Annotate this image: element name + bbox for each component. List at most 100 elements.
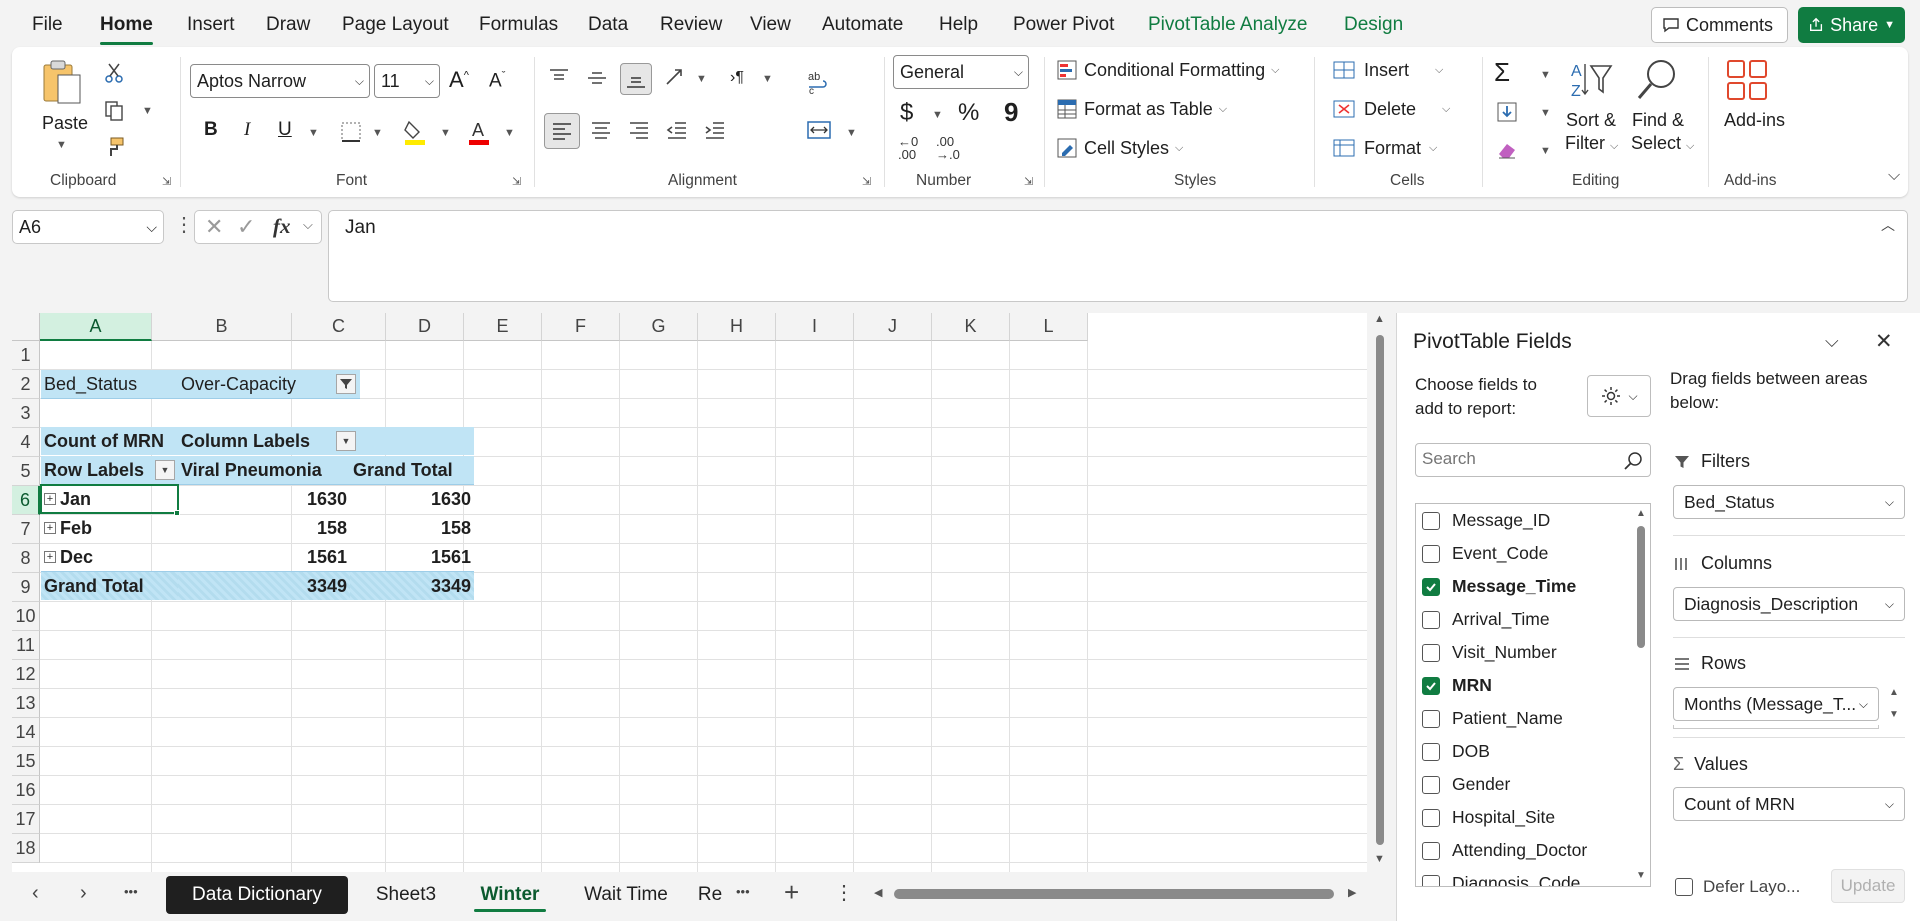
- underline-button[interactable]: U: [278, 119, 292, 141]
- percent-button[interactable]: %: [958, 99, 979, 127]
- row-header[interactable]: 14: [12, 718, 40, 747]
- tab-re[interactable]: Re: [692, 876, 728, 914]
- scroll-up-icon[interactable]: ▲: [1374, 313, 1385, 325]
- sort-filter-icon[interactable]: AZ: [1568, 57, 1616, 103]
- row-header[interactable]: 3: [12, 399, 40, 428]
- add-sheet-icon[interactable]: +: [784, 877, 799, 908]
- field-item[interactable]: Diagnosis_Code: [1422, 867, 1580, 886]
- field-item[interactable]: DOB: [1422, 735, 1490, 768]
- pivot-grand-total-cell[interactable]: 3349: [350, 572, 474, 600]
- insert-cells-button[interactable]: Insert ⌵: [1332, 59, 1443, 81]
- field-list-scroll-thumb[interactable]: [1637, 526, 1645, 648]
- scroll-down-icon[interactable]: ▼: [1889, 709, 1899, 720]
- autosum-icon[interactable]: Σ: [1494, 57, 1510, 88]
- filters-area-field[interactable]: Bed_Status ⌵: [1673, 485, 1905, 519]
- next-sheet-icon[interactable]: ›: [80, 882, 87, 905]
- menu-home[interactable]: Home: [100, 14, 153, 45]
- column-header[interactable]: L: [1010, 313, 1088, 341]
- fill-color-chevron-icon[interactable]: ▼: [440, 127, 451, 139]
- more-sheets-icon[interactable]: •••: [124, 884, 138, 899]
- menu-pivottable-analyze[interactable]: PivotTable Analyze: [1148, 14, 1308, 36]
- font-size-combo[interactable]: 11 ⌵: [374, 64, 440, 98]
- more-tabs-icon[interactable]: •••: [736, 884, 750, 899]
- row-header[interactable]: 18: [12, 834, 40, 863]
- field-item[interactable]: Patient_Name: [1422, 702, 1563, 735]
- italic-button[interactable]: I: [244, 119, 250, 141]
- sort-filter-line2[interactable]: Filter ⌵: [1565, 133, 1618, 154]
- shrink-font-button[interactable]: Aˇ: [489, 70, 505, 92]
- pivot-cell[interactable]: 158: [350, 514, 474, 542]
- chevron-down-icon[interactable]: ⌵: [1885, 797, 1894, 812]
- menu-view[interactable]: View: [750, 14, 791, 36]
- menu-help[interactable]: Help: [939, 14, 978, 36]
- number-launcher-icon[interactable]: ⇲: [1024, 175, 1033, 188]
- pivot-values-header[interactable]: Count of MRN: [41, 427, 178, 455]
- borders-icon[interactable]: [338, 119, 364, 145]
- format-painter-icon[interactable]: [100, 133, 128, 161]
- field-item[interactable]: Arrival_Time: [1422, 603, 1550, 636]
- field-list[interactable]: Message_ID Event_Code Message_Time Arrival_…: [1415, 503, 1651, 887]
- worksheet-grid[interactable]: ABCDEFGHIJKL 1 2 3 4 5 6 7 8 9 10 11 12 13 14 15 16 17 18…: [12, 313, 1367, 872]
- tab-winter[interactable]: Winter: [464, 876, 556, 914]
- tab-data-dictionary[interactable]: Data Dictionary: [166, 876, 348, 914]
- bold-button[interactable]: B: [204, 119, 218, 141]
- font-launcher-icon[interactable]: ⇲: [512, 175, 521, 188]
- comma-button[interactable]: 9: [1004, 97, 1018, 128]
- previous-sheet-icon[interactable]: ‹: [32, 882, 39, 905]
- menu-formulas[interactable]: Formulas: [479, 14, 558, 36]
- number-format-combo[interactable]: General ⌵: [893, 55, 1029, 89]
- chevron-down-icon[interactable]: ⌵: [303, 217, 313, 233]
- pivot-row-label[interactable]: + Dec: [41, 543, 178, 571]
- chevron-down-icon[interactable]: ⌵: [1885, 597, 1894, 612]
- row-header[interactable]: 15: [12, 747, 40, 776]
- chevron-down-icon[interactable]: ⌵: [146, 219, 157, 236]
- row-header[interactable]: 13: [12, 689, 40, 718]
- align-top-icon[interactable]: [544, 63, 574, 93]
- field-item[interactable]: Hospital_Site: [1422, 801, 1555, 834]
- rows-area-next-field[interactable]: [1673, 725, 1879, 729]
- horizontal-scroll-thumb[interactable]: [894, 889, 1334, 899]
- align-right-icon[interactable]: [624, 115, 654, 145]
- filter-dropdown-icon[interactable]: [336, 374, 356, 394]
- row-header[interactable]: 4: [12, 428, 40, 457]
- expand-icon[interactable]: +: [44, 522, 56, 534]
- copy-icon[interactable]: [100, 97, 128, 125]
- currency-button[interactable]: $: [900, 99, 913, 127]
- field-search[interactable]: [1415, 443, 1651, 477]
- pivot-col1-header[interactable]: Viral Pneumonia: [178, 456, 350, 484]
- pivot-cell[interactable]: 158: [178, 514, 350, 542]
- column-header[interactable]: B: [152, 313, 292, 341]
- merge-chevron-icon[interactable]: ▼: [846, 127, 857, 139]
- copy-chevron-icon[interactable]: ▼: [142, 105, 153, 117]
- field-checkbox[interactable]: [1422, 808, 1440, 827]
- column-header[interactable]: J: [854, 313, 932, 341]
- clear-chevron-icon[interactable]: ▼: [1540, 145, 1551, 157]
- fill-chevron-icon[interactable]: ▼: [1540, 107, 1551, 119]
- field-checkbox[interactable]: [1422, 775, 1440, 794]
- field-item[interactable]: MRN: [1422, 669, 1492, 702]
- pivot-filter-value[interactable]: Over-Capacity: [178, 370, 360, 398]
- pivot-column-labels[interactable]: Column Labels: [178, 427, 474, 455]
- row-header[interactable]: 5: [12, 457, 40, 486]
- column-header[interactable]: I: [776, 313, 854, 341]
- format-cells-button[interactable]: Format ⌵: [1332, 137, 1437, 159]
- cancel-icon[interactable]: ✕: [205, 214, 223, 240]
- underline-chevron-icon[interactable]: ▼: [308, 127, 319, 139]
- field-checkbox[interactable]: [1422, 742, 1440, 761]
- wrap-text-icon[interactable]: ab c: [804, 67, 834, 97]
- pivot-grand-total-cell[interactable]: 3349: [178, 572, 350, 600]
- column-header[interactable]: D: [386, 313, 464, 341]
- values-area-field[interactable]: Count of MRN ⌵: [1673, 787, 1905, 821]
- column-header[interactable]: H: [698, 313, 776, 341]
- menu-insert[interactable]: Insert: [187, 14, 235, 36]
- formula-input[interactable]: Jan ︿: [328, 210, 1908, 302]
- column-header[interactable]: C: [292, 313, 386, 341]
- field-item[interactable]: Message_ID: [1422, 504, 1550, 537]
- align-left-icon[interactable]: [544, 113, 580, 149]
- orientation-icon[interactable]: [660, 63, 690, 93]
- scroll-up-icon[interactable]: ▲: [1636, 508, 1646, 519]
- format-as-table-button[interactable]: Format as Table ⌵: [1056, 98, 1227, 120]
- field-checkbox[interactable]: [1422, 874, 1440, 886]
- add-ins-icon[interactable]: [1724, 57, 1770, 103]
- decrease-indent-icon[interactable]: [662, 115, 692, 145]
